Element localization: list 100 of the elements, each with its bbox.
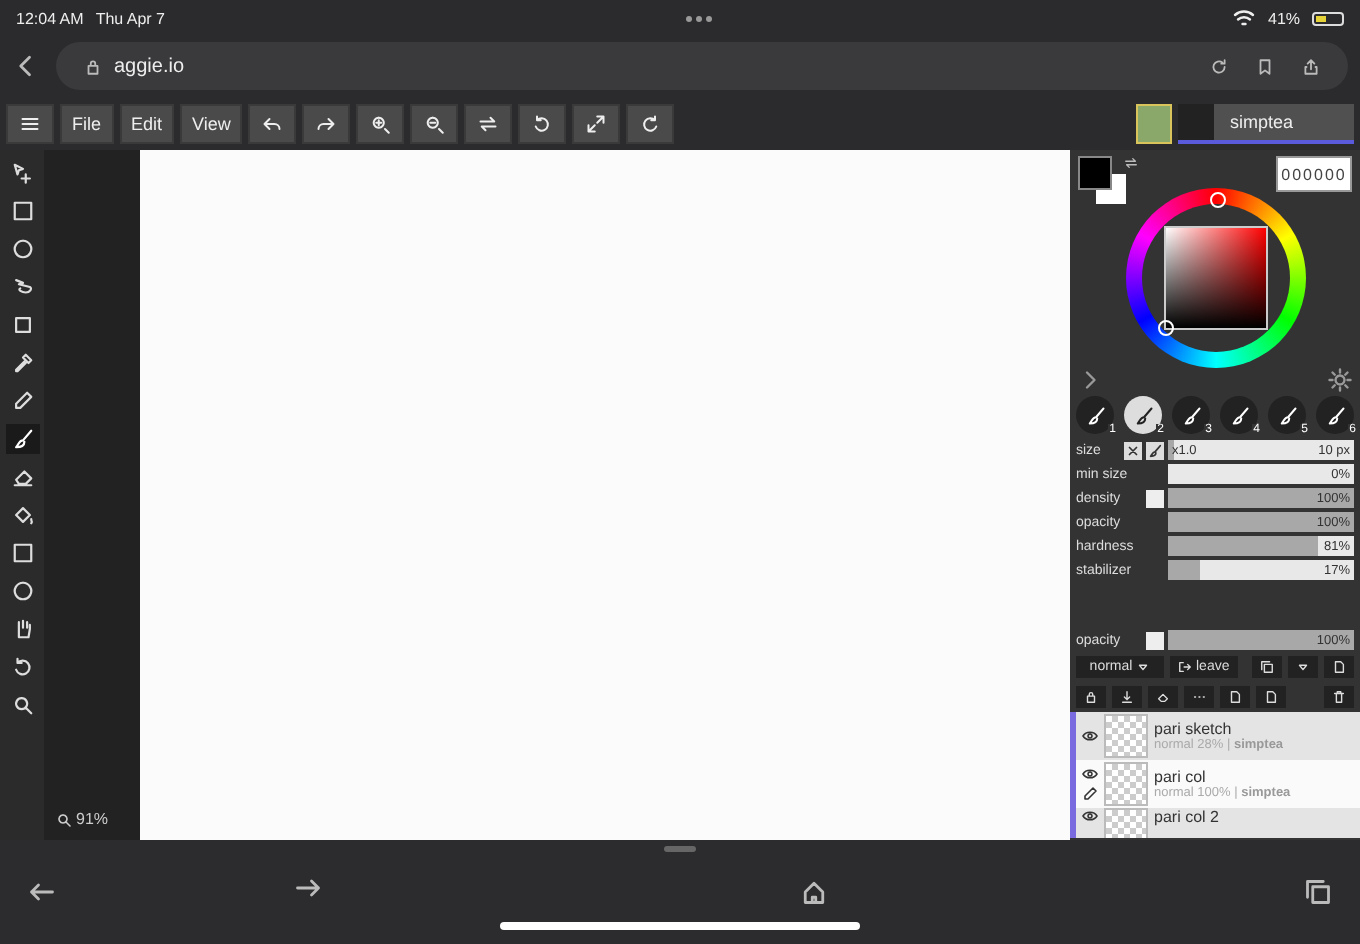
rotate-left-button[interactable]	[518, 103, 567, 143]
brush-icon	[1325, 405, 1345, 425]
duplicate-button[interactable]	[1252, 656, 1282, 678]
grab-handle[interactable]	[664, 846, 696, 852]
paint-bucket-icon	[11, 504, 33, 526]
brush-icon	[1148, 443, 1162, 457]
layer-action-button[interactable]	[1256, 686, 1286, 708]
eye-icon[interactable]	[1081, 728, 1097, 744]
bookmark-icon[interactable]	[1256, 57, 1274, 75]
address-bar[interactable]: aggie.io	[56, 42, 1348, 90]
checkbox[interactable]	[1146, 489, 1164, 507]
copy-icon	[1260, 660, 1274, 674]
eye-icon[interactable]	[1081, 766, 1097, 782]
battery-icon	[1312, 11, 1345, 25]
layer-thumbnail	[1104, 714, 1148, 758]
back-arrow-icon[interactable]	[28, 878, 56, 906]
menu-button[interactable]	[6, 103, 54, 143]
page-icon	[1264, 690, 1278, 704]
lasso-icon	[11, 276, 33, 298]
zoom-in-icon	[370, 113, 391, 133]
redo-icon	[316, 113, 337, 133]
pencil-icon	[1081, 786, 1097, 802]
brush-icon	[11, 428, 33, 450]
avatar[interactable]	[1136, 103, 1172, 143]
trash-icon	[1332, 690, 1346, 704]
color-handle[interactable]	[1157, 320, 1173, 336]
rotate-icon	[11, 656, 33, 678]
eyedropper-icon	[11, 352, 33, 374]
zoom-out-button[interactable]	[410, 103, 459, 143]
lock-icon	[1084, 690, 1098, 704]
rotate-left-icon	[532, 113, 553, 133]
layer-action-button[interactable]	[1112, 686, 1142, 708]
tool-button[interactable]	[5, 424, 39, 454]
page-icon	[1332, 660, 1346, 674]
swap-icon	[478, 113, 499, 133]
layer-action-button[interactable]	[1076, 686, 1106, 708]
pencil-icon	[11, 390, 33, 412]
multitask-dots[interactable]	[685, 15, 712, 21]
menu-button[interactable]: Edit	[119, 103, 175, 143]
user-badge[interactable]: simptea	[1178, 103, 1354, 143]
close-button[interactable]	[1124, 441, 1142, 459]
brush-icon	[1133, 405, 1153, 425]
undo-button[interactable]	[248, 103, 297, 143]
transform-icon	[11, 314, 33, 336]
layer-name: pari col	[1154, 768, 1208, 786]
home-icon[interactable]	[799, 878, 828, 906]
hex-field[interactable]: 000000	[1276, 156, 1352, 192]
layer-action-button[interactable]	[1148, 686, 1178, 708]
layer-item[interactable]: pari col 2	[1070, 808, 1360, 838]
tabs-icon[interactable]	[1304, 878, 1333, 906]
layer-name: pari col 2	[1154, 808, 1219, 826]
rotate-right-icon	[640, 113, 661, 133]
delete-layer-button[interactable]	[1324, 686, 1354, 708]
layer-name: pari sketch	[1154, 720, 1234, 738]
ellipse-select-icon	[11, 238, 33, 260]
exit-icon	[1178, 660, 1192, 674]
caret-icon	[1136, 660, 1151, 674]
brush-button[interactable]	[1146, 441, 1164, 459]
expand-icon	[586, 113, 607, 133]
brush-icon	[1085, 405, 1105, 425]
checkbox[interactable]	[1146, 631, 1164, 649]
menu-button[interactable]: View	[180, 103, 243, 143]
status-time: 12:04 AM	[16, 9, 84, 27]
rotate-right-button[interactable]	[626, 103, 675, 143]
color-swatches[interactable]	[1078, 156, 1130, 208]
merge-down-icon	[1120, 690, 1134, 704]
status-date: Thu Apr 7	[95, 9, 165, 27]
expand-button[interactable]	[572, 103, 621, 143]
brush-icon	[1229, 405, 1249, 425]
dropdown-button[interactable]	[1288, 656, 1318, 678]
reload-icon[interactable]	[1210, 57, 1228, 75]
eraser-icon	[1156, 690, 1170, 704]
zoom-out-icon	[424, 113, 445, 133]
lock-icon	[84, 57, 102, 75]
zoom-in-button[interactable]	[356, 103, 405, 143]
search-icon	[11, 694, 33, 716]
wifi-icon	[1232, 6, 1256, 30]
brush-icon	[1181, 405, 1201, 425]
more-icon	[1192, 690, 1206, 704]
brush-icon	[1277, 405, 1297, 425]
share-icon[interactable]	[1302, 57, 1320, 75]
eraser-icon	[11, 466, 33, 488]
hue-handle[interactable]	[1209, 192, 1225, 208]
redo-button[interactable]	[302, 103, 351, 143]
menu-icon	[20, 113, 40, 133]
caret-icon	[1296, 660, 1310, 674]
layer-action-button[interactable]	[1220, 686, 1250, 708]
page-icon	[1228, 690, 1242, 704]
swap-button[interactable]	[464, 103, 513, 143]
new-layer-button[interactable]	[1324, 656, 1354, 678]
undo-icon	[262, 113, 283, 133]
rectangle-select-icon	[11, 200, 33, 222]
zoom-level: 91%	[76, 810, 109, 828]
settings-icon[interactable]	[1328, 368, 1352, 392]
eye-icon[interactable]	[1081, 808, 1097, 824]
swap-icon[interactable]	[1124, 156, 1138, 170]
color-square[interactable]	[1163, 226, 1267, 330]
menu-button[interactable]: File	[60, 103, 114, 143]
rectangle-icon	[11, 542, 33, 564]
close-icon	[1126, 443, 1140, 457]
